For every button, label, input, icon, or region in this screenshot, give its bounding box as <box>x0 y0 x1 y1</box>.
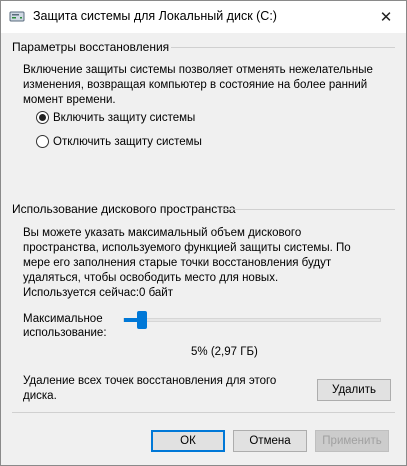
close-icon: ✕ <box>379 9 393 26</box>
cancel-button[interactable]: Отмена <box>233 430 307 452</box>
max-usage-slider-thumb[interactable] <box>136 311 147 329</box>
radio-button-selected[interactable] <box>36 111 49 124</box>
disk-description: Вы можете указать максимальный объем дис… <box>23 227 351 284</box>
restore-group-title: Параметры восстановления <box>12 40 170 54</box>
system-protection-dialog: Защита системы для Локальный диск (C:) ✕… <box>0 0 407 466</box>
current-usage-label: Используется сейчас: <box>23 287 140 299</box>
max-usage-label-line1: Максимальное <box>23 313 103 325</box>
drive-icon <box>9 10 25 24</box>
radio-button-unselected[interactable] <box>36 135 49 148</box>
disk-group-divider <box>222 209 395 210</box>
disk-group-title: Использование дискового пространства <box>12 202 236 216</box>
close-button[interactable]: ✕ <box>366 1 406 33</box>
radio-enable-label: Включить защиту системы <box>53 111 196 124</box>
radio-disable-protection[interactable]: Отключить защиту системы <box>36 135 202 148</box>
max-usage-slider-fill <box>124 318 137 322</box>
radio-disable-label: Отключить защиту системы <box>53 135 202 148</box>
delete-description-line2: диска. <box>23 390 57 402</box>
radio-enable-protection[interactable]: Включить защиту системы <box>36 111 195 124</box>
apply-button[interactable]: Применить <box>315 430 389 452</box>
slider-value-text: 5% (2,97 ГБ) <box>191 346 258 358</box>
footer-divider <box>12 412 395 413</box>
max-usage-label-line2: использование: <box>23 327 107 339</box>
ok-button[interactable]: ОК <box>151 430 225 452</box>
restore-group-divider <box>171 47 395 48</box>
restore-description: Включение защиты системы позволяет отмен… <box>23 64 373 106</box>
title-bar[interactable]: Защита системы для Локальный диск (C:) ✕ <box>1 1 406 33</box>
max-usage-slider-track[interactable] <box>123 318 381 322</box>
window-title: Защита системы для Локальный диск (C:) <box>33 9 277 23</box>
current-usage-value: 0 байт <box>139 287 174 299</box>
delete-button[interactable]: Удалить <box>317 379 391 401</box>
delete-description-line1: Удаление всех точек восстановления для э… <box>23 375 277 387</box>
